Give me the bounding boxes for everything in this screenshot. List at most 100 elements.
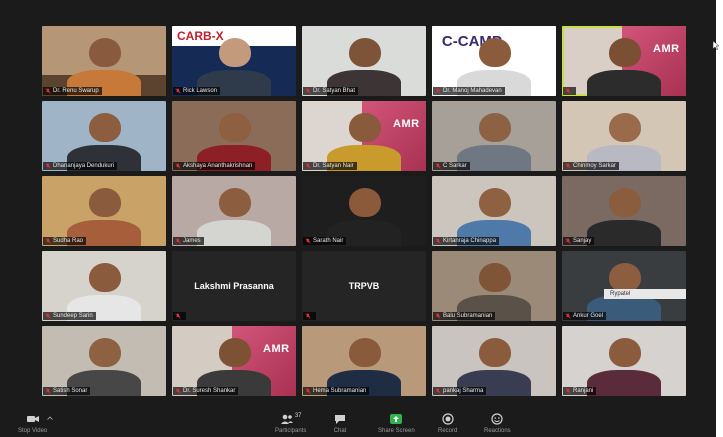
participant-name: pankaj Sharma — [443, 388, 484, 394]
participant-head — [609, 37, 642, 68]
participants-label: Participants — [275, 428, 307, 434]
participant-video-tile[interactable]: Hema Subramanian — [302, 326, 426, 396]
participant-video-tile[interactable]: Sanjay — [562, 176, 686, 246]
participant-name: Akshaya Ananthakrishnan — [183, 163, 253, 169]
participant-name-tag: pankaj Sharma — [433, 387, 487, 395]
participant-name-tag: Hema Subramanian — [303, 387, 370, 395]
meeting-toolbar: Stop Video 37 Participants Chat Share Sc… — [0, 406, 716, 437]
participant-video-tile[interactable]: AMR Dr. Satyan Nair — [302, 101, 426, 171]
participant-name-tag: Dr. Renu Swarup — [43, 87, 102, 95]
chat-button[interactable]: Chat — [333, 413, 347, 434]
participant-name-tag: C Sarkar — [433, 162, 470, 170]
participant-video-tile[interactable]: Dr. Renu Swarup — [42, 26, 166, 96]
participant-name: Hema Subramanian — [313, 388, 367, 394]
participant-head — [89, 337, 122, 368]
cursor-icon — [712, 40, 720, 50]
participant-video-tile[interactable]: Sundeep Sarin — [42, 251, 166, 321]
participant-name-tag: Dr. Satyan Bhat — [303, 87, 359, 95]
participant-video-tile[interactable]: Akshaya Ananthakrishnan — [172, 101, 296, 171]
participant-video-tile[interactable]: James — [172, 176, 296, 246]
participant-name: Sudha Rao — [53, 238, 84, 244]
participant-head — [219, 187, 252, 218]
participant-video-tile[interactable]: AMR Dr. Suresh Shankar — [172, 326, 296, 396]
muted-microphone-icon — [305, 388, 311, 394]
participant-torso — [586, 70, 662, 96]
participant-name: Sundeep Sarin — [53, 313, 93, 319]
muted-microphone-icon — [45, 388, 51, 394]
participant-name-tag: James — [173, 237, 204, 245]
video-options-chevron[interactable] — [46, 415, 54, 421]
muted-microphone-icon — [305, 88, 311, 94]
muted-microphone-icon — [175, 238, 181, 244]
participant-video-tile[interactable]: C-CAMP Dr. Manoj Mahadevan — [432, 26, 556, 96]
participant-video-tile[interactable]: TRPVB — [302, 251, 426, 321]
zoom-meeting-window: Dr. Renu Swarup CARB-X Rick Lawson Dr. Saty… — [0, 0, 720, 437]
participant-video-tile[interactable]: pankaj Sharma — [432, 326, 556, 396]
muted-microphone-icon — [175, 163, 181, 169]
participant-name: Satish Sonar — [53, 388, 88, 394]
participant-video-tile[interactable]: Sarath Nair — [302, 176, 426, 246]
participant-video-tile[interactable]: Dhananjaya Dendukuri — [42, 101, 166, 171]
banner-text: AMR — [393, 117, 420, 130]
participant-name: Dr. Manoj Mahadevan — [443, 88, 502, 94]
participant-video-tile[interactable]: Sudha Rao — [42, 176, 166, 246]
participant-display-name: TRPVB — [348, 281, 380, 291]
video-camera-icon — [26, 416, 39, 422]
participant-video-tile[interactable]: Ranjani — [562, 326, 686, 396]
participant-head — [219, 112, 252, 143]
stop-video-button[interactable]: Stop Video — [18, 413, 47, 434]
participant-video-tile[interactable]: Chinmoy Sarkar — [562, 101, 686, 171]
participant-name: Kirtanraja Chinappa — [443, 238, 497, 244]
record-button[interactable]: Record — [438, 413, 457, 434]
participant-name: Ranjani — [573, 388, 594, 394]
muted-microphone-icon — [175, 313, 181, 319]
participant-head — [479, 262, 512, 293]
muted-microphone-icon — [305, 313, 311, 319]
muted-microphone-icon — [45, 163, 51, 169]
participant-name-tag: Dr. Satyan Nair — [303, 162, 357, 170]
muted-microphone-icon — [305, 163, 311, 169]
participant-head — [349, 37, 382, 68]
share-screen-icon — [390, 414, 403, 424]
participant-name-tag: Ranjani — [563, 387, 597, 395]
muted-microphone-icon — [435, 88, 441, 94]
participant-name: Dr. Satyan Nair — [313, 163, 354, 169]
chat-bubble-icon — [335, 415, 345, 424]
muted-microphone-icon — [45, 238, 51, 244]
participant-video-tile[interactable]: Dr. Satyan Bhat — [302, 26, 426, 96]
participant-torso — [586, 220, 662, 246]
participant-torso — [586, 370, 662, 396]
participant-head — [609, 187, 642, 218]
participant-head — [479, 112, 512, 143]
muted-microphone-icon — [175, 388, 181, 394]
share-screen-button[interactable]: Share Screen — [378, 413, 415, 434]
participant-head — [89, 112, 122, 143]
participant-video-tile[interactable]: Rypatel Ankur Goel — [562, 251, 686, 321]
muted-microphone-icon — [45, 313, 51, 319]
reactions-button[interactable]: Reactions — [484, 413, 511, 434]
participant-head — [89, 262, 122, 293]
muted-microphone-icon — [435, 163, 441, 169]
participant-video-tile[interactable]: C Sarkar — [432, 101, 556, 171]
muted-microphone-icon — [565, 313, 571, 319]
participant-name-tag — [563, 87, 576, 95]
participant-video-tile[interactable]: Satish Sonar — [42, 326, 166, 396]
participant-video-tile[interactable]: CARB-X Rick Lawson — [172, 26, 296, 96]
participant-head — [609, 112, 642, 143]
participant-video-tile[interactable]: AMR — [562, 26, 686, 96]
participant-name: Sarath Nair — [313, 238, 344, 244]
participant-name-tag: Sarath Nair — [303, 237, 347, 245]
participant-name-tag: Balu Subramanian — [433, 312, 496, 320]
chevron-up-icon — [47, 416, 53, 420]
share-screen-label: Share Screen — [378, 428, 415, 434]
participants-button[interactable]: 37 Participants — [275, 413, 306, 434]
participant-video-tile[interactable]: Kirtanraja Chinappa — [432, 176, 556, 246]
participant-head — [349, 337, 382, 368]
participant-video-tile[interactable]: Lakshmi Prasanna — [172, 251, 296, 321]
participant-head — [479, 37, 512, 68]
brand-logo-text: CARB-X — [177, 29, 224, 43]
participant-display-name: Lakshmi Prasanna — [194, 281, 274, 291]
participant-video-tile[interactable]: Balu Subramanian — [432, 251, 556, 321]
participant-name-tag — [173, 312, 186, 320]
participant-head — [609, 337, 642, 368]
